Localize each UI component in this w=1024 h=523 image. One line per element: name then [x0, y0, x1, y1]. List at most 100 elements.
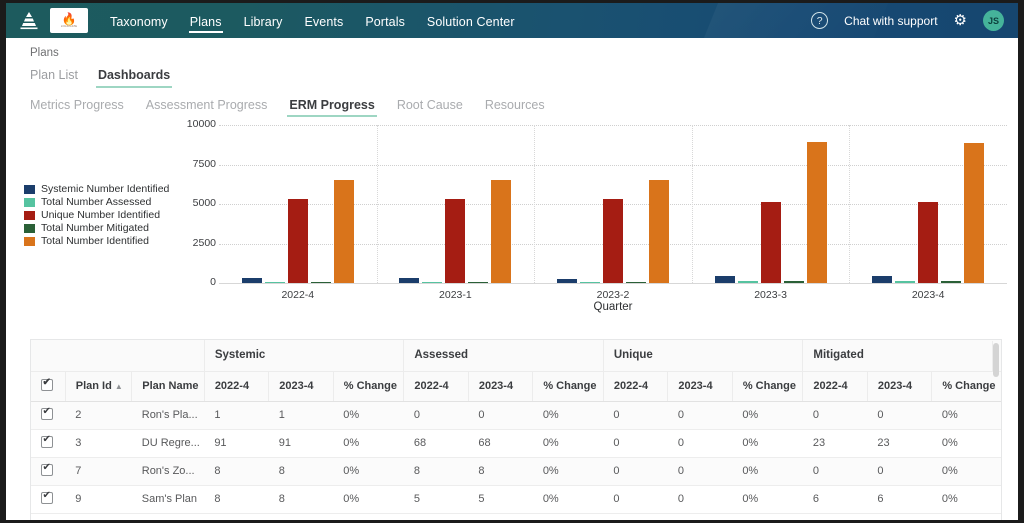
brand-logo-card[interactable]: 🔥 LOGICGATE	[50, 8, 88, 33]
chart-bar[interactable]	[895, 281, 915, 283]
table-cell: 0	[468, 401, 532, 429]
table-column-header[interactable]: 2023-4	[269, 371, 333, 401]
chart-bar[interactable]	[918, 202, 938, 283]
chart-plot-area: 2022-42023-12023-22023-32023-4	[219, 125, 1007, 283]
table-cell: 0	[668, 401, 732, 429]
table-cell: 6	[867, 485, 931, 513]
chart-bar[interactable]	[715, 276, 735, 283]
tab-root-cause[interactable]: Root Cause	[397, 98, 463, 117]
table-cell: 23	[803, 429, 867, 457]
column-header-label: 2023-4	[678, 380, 712, 392]
table-cell: 0	[803, 401, 867, 429]
chart-bar[interactable]	[288, 199, 308, 283]
chart-bar[interactable]	[242, 278, 262, 283]
table-column-header[interactable]: 2022-4	[803, 371, 867, 401]
column-header-label: 2023-4	[279, 380, 313, 392]
tab-assessment-progress[interactable]: Assessment Progress	[146, 98, 268, 117]
chart-bar[interactable]	[649, 180, 669, 283]
select-all-checkbox-header[interactable]	[31, 371, 65, 401]
column-header-label: 2022-4	[215, 380, 249, 392]
x-axis-tick-label: 2023-2	[534, 289, 692, 301]
table-row[interactable]: 3DU Regre...91910%68680%000%23230%	[31, 429, 1002, 457]
tab-metrics-progress[interactable]: Metrics Progress	[30, 98, 124, 117]
table-cell: 91	[269, 429, 333, 457]
table-cell: 0%	[932, 401, 1002, 429]
table-group-header: Systemic	[204, 340, 404, 371]
table-column-header[interactable]: % Change	[533, 371, 604, 401]
table-column-header[interactable]: 2022-4	[404, 371, 468, 401]
select-all-checkbox[interactable]	[41, 379, 53, 391]
chart-bar[interactable]	[784, 281, 804, 283]
legend-item[interactable]: Total Number Identified	[24, 235, 169, 247]
chart-bar[interactable]	[265, 282, 285, 284]
row-checkbox[interactable]	[41, 464, 53, 476]
chart-bar[interactable]	[468, 282, 488, 284]
chart-bar[interactable]	[580, 282, 600, 284]
table-column-header[interactable]: 2023-4	[468, 371, 532, 401]
table-column-header[interactable]: 2022-4	[603, 371, 667, 401]
row-checkbox-cell[interactable]	[31, 429, 65, 457]
row-checkbox[interactable]	[41, 492, 53, 504]
legend-item[interactable]: Unique Number Identified	[24, 209, 169, 221]
legend-item[interactable]: Total Number Assessed	[24, 196, 169, 208]
chart-bar[interactable]	[399, 278, 419, 283]
chart-bar[interactable]	[738, 281, 758, 283]
scrollbar-thumb[interactable]	[993, 343, 999, 377]
chart-bar[interactable]	[761, 202, 781, 283]
legend-item[interactable]: Total Number Mitigated	[24, 222, 169, 234]
row-checkbox-cell[interactable]	[31, 485, 65, 513]
table-column-header[interactable]: 2022-4	[204, 371, 268, 401]
primary-tabs: Plan List Dashboards	[6, 59, 1018, 88]
row-checkbox[interactable]	[41, 408, 53, 420]
chart-bar[interactable]	[445, 199, 465, 283]
table-column-header[interactable]: Plan Name	[132, 371, 205, 401]
row-checkbox[interactable]	[41, 436, 53, 448]
question-mark-icon[interactable]: ?	[811, 12, 828, 29]
table-column-header[interactable]: Plan Id▲	[65, 371, 132, 401]
pyramid-logo-icon[interactable]	[18, 11, 40, 31]
chart-bar[interactable]	[964, 143, 984, 283]
tab-erm-progress[interactable]: ERM Progress	[289, 98, 374, 117]
nav-item-plans[interactable]: Plans	[190, 6, 222, 36]
tab-dashboards[interactable]: Dashboards	[98, 68, 170, 88]
table-column-header[interactable]: % Change	[932, 371, 1002, 401]
row-checkbox-cell[interactable]	[31, 457, 65, 485]
table-row[interactable]: 9Sam's Plan880%550%000%660%	[31, 485, 1002, 513]
nav-item-taxonomy[interactable]: Taxonomy	[110, 6, 168, 36]
nav-item-library[interactable]: Library	[244, 6, 283, 36]
chart-bar[interactable]	[311, 282, 331, 284]
chart-bar[interactable]	[807, 142, 827, 283]
nav-item-events[interactable]: Events	[304, 6, 343, 36]
chart-bar[interactable]	[422, 282, 442, 284]
chat-with-support-button[interactable]: Chat with support	[844, 14, 937, 28]
nav-item-solution-center[interactable]: Solution Center	[427, 6, 515, 36]
table-sub-header-row: Plan Id▲Plan Name2022-42023-4% Change202…	[31, 371, 1002, 401]
table-row[interactable]: 7Ron's Zo...880%880%000%000%	[31, 457, 1002, 485]
chart-bar[interactable]	[491, 180, 511, 283]
table-cell: 0	[668, 429, 732, 457]
chart-bar[interactable]	[334, 180, 354, 283]
breadcrumb: Plans	[6, 38, 1018, 59]
avatar[interactable]: JS	[983, 10, 1004, 31]
legend-item[interactable]: Systemic Number Identified	[24, 183, 169, 195]
table-row[interactable]: 2Ron's Pla...110%000%000%000%	[31, 401, 1002, 429]
y-axis-tick-label: 0	[210, 276, 216, 288]
chart-bar[interactable]	[557, 279, 577, 283]
breadcrumb-plans[interactable]: Plans	[30, 47, 59, 59]
gear-icon[interactable]: ⚙	[954, 13, 967, 28]
chart-bar[interactable]	[941, 281, 961, 283]
tab-resources[interactable]: Resources	[485, 98, 545, 117]
table-column-header[interactable]: % Change	[333, 371, 404, 401]
column-header-label: 2023-4	[878, 380, 912, 392]
chart-bar[interactable]	[603, 199, 623, 283]
chart-bar[interactable]	[872, 276, 892, 283]
table-vertical-scrollbar[interactable]	[993, 341, 1000, 520]
sort-ascending-icon: ▲	[115, 382, 123, 391]
nav-item-portals[interactable]: Portals	[365, 6, 405, 36]
row-checkbox-cell[interactable]	[31, 401, 65, 429]
chart-bar[interactable]	[626, 282, 646, 284]
table-column-header[interactable]: 2023-4	[867, 371, 931, 401]
table-column-header[interactable]: 2023-4	[668, 371, 732, 401]
table-column-header[interactable]: % Change	[732, 371, 803, 401]
tab-plan-list[interactable]: Plan List	[30, 68, 78, 88]
